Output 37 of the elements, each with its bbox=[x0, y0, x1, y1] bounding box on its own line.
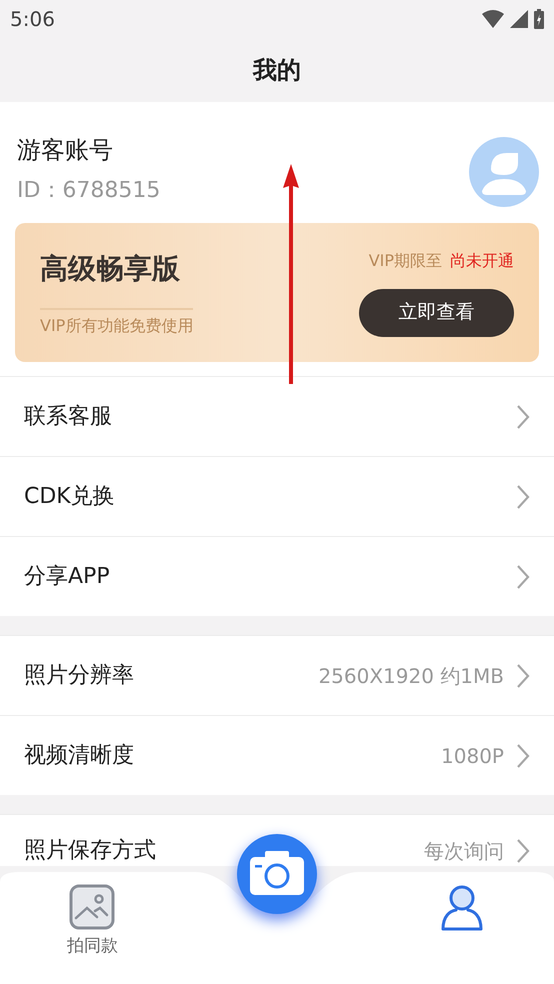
nav-tab[interactable]: 拍同款 bbox=[66, 872, 118, 984]
image-icon bbox=[69, 884, 116, 930]
menu-row[interactable]: CDK兑换 bbox=[0, 456, 554, 536]
menu-row[interactable]: 视频清晰度 1080P bbox=[0, 715, 554, 795]
menu-value: 每次询问 bbox=[424, 838, 504, 864]
chevron-right-icon bbox=[516, 742, 530, 768]
vip-expiry-label: VIP期限至 bbox=[368, 250, 442, 272]
vip-subtitle: VIP所有功能免费使用 bbox=[40, 308, 194, 338]
menu-value: 2560X1920 约1MB bbox=[318, 662, 504, 690]
chevron-right-icon bbox=[516, 662, 530, 688]
page-title: 我的 bbox=[253, 55, 301, 86]
chevron-right-icon bbox=[516, 564, 530, 590]
menu-label: 联系客服 bbox=[24, 403, 112, 431]
signal-icon bbox=[510, 10, 528, 28]
person-icon bbox=[440, 884, 484, 932]
status-time: 5:06 bbox=[10, 6, 55, 33]
menu-label: CDK兑换 bbox=[24, 483, 115, 511]
avatar-icon bbox=[469, 137, 539, 207]
chevron-right-icon bbox=[516, 838, 530, 864]
menu-label: 分享APP bbox=[24, 563, 110, 591]
menu-label: 照片保存方式 bbox=[24, 837, 156, 865]
vip-title: 高级畅享版 bbox=[40, 250, 181, 286]
camera-icon bbox=[250, 851, 304, 897]
chevron-right-icon bbox=[516, 404, 530, 430]
menu-row[interactable]: 照片分辨率 2560X1920 约1MB bbox=[0, 635, 554, 715]
battery-icon bbox=[534, 9, 544, 29]
menu-row[interactable]: 联系客服 bbox=[0, 376, 554, 456]
account-name: 游客账号 bbox=[17, 135, 114, 166]
menu-label: 照片分辨率 bbox=[24, 662, 134, 690]
menu-value: 1080P bbox=[441, 742, 504, 770]
account-id: ID：6788515 bbox=[17, 177, 160, 205]
menu-label: 视频清晰度 bbox=[24, 742, 134, 770]
menu-row[interactable]: 分享APP bbox=[0, 536, 554, 616]
view-now-button[interactable]: 立即查看 bbox=[359, 288, 514, 336]
wifi-icon bbox=[482, 10, 504, 28]
vip-expiry-value: 尚未开通 bbox=[450, 250, 514, 272]
chevron-right-icon bbox=[516, 484, 530, 510]
